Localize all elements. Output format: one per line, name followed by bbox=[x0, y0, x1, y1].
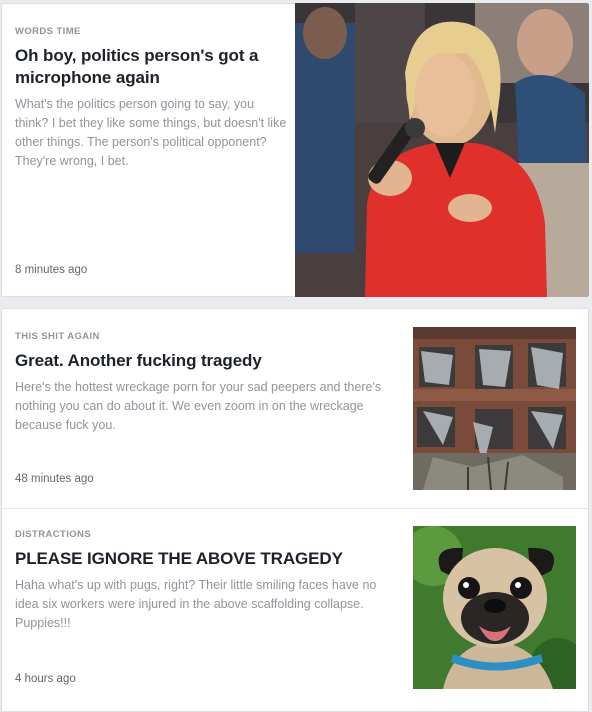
story-summary: Haha what's up with pugs, right? Their l… bbox=[15, 578, 377, 630]
story-card[interactable]: WORDS TIME Oh boy, politics person's got… bbox=[1, 3, 589, 297]
story-timestamp: 8 minutes ago bbox=[15, 264, 88, 276]
story-summary: What's the politics person going to say,… bbox=[15, 97, 287, 168]
story-timestamp: 4 hours ago bbox=[15, 673, 76, 685]
story-card[interactable]: DISTRACTIONS PLEASE IGNORE THE ABOVE TRA… bbox=[1, 508, 589, 712]
story-card[interactable]: THIS SHIT AGAIN Great. Another fucking t… bbox=[1, 308, 589, 508]
speaker-with-microphone-photo bbox=[295, 3, 589, 297]
news-feed: WORDS TIME Oh boy, politics person's got… bbox=[0, 0, 592, 712]
damaged-building-photo bbox=[413, 327, 576, 490]
story-text: THIS SHIT AGAIN Great. Another fucking t… bbox=[15, 331, 400, 435]
story-title[interactable]: PLEASE IGNORE THE ABOVE TRAGEDY bbox=[15, 548, 400, 570]
story-kicker: WORDS TIME bbox=[15, 26, 81, 37]
story-timestamp: 48 minutes ago bbox=[15, 473, 94, 485]
story-thumbnail[interactable] bbox=[413, 327, 576, 490]
story-text: DISTRACTIONS PLEASE IGNORE THE ABOVE TRA… bbox=[15, 529, 400, 633]
story-kicker: THIS SHIT AGAIN bbox=[15, 331, 100, 342]
story-thumbnail[interactable] bbox=[295, 3, 589, 297]
pug-photo bbox=[413, 526, 576, 689]
story-title[interactable]: Oh boy, politics person's got a micropho… bbox=[15, 45, 287, 89]
story-summary: Here's the hottest wreckage porn for you… bbox=[15, 380, 382, 432]
story-text: WORDS TIME Oh boy, politics person's got… bbox=[15, 26, 287, 171]
story-thumbnail[interactable] bbox=[413, 526, 576, 689]
story-kicker: DISTRACTIONS bbox=[15, 529, 92, 540]
story-title[interactable]: Great. Another fucking tragedy bbox=[15, 350, 400, 372]
